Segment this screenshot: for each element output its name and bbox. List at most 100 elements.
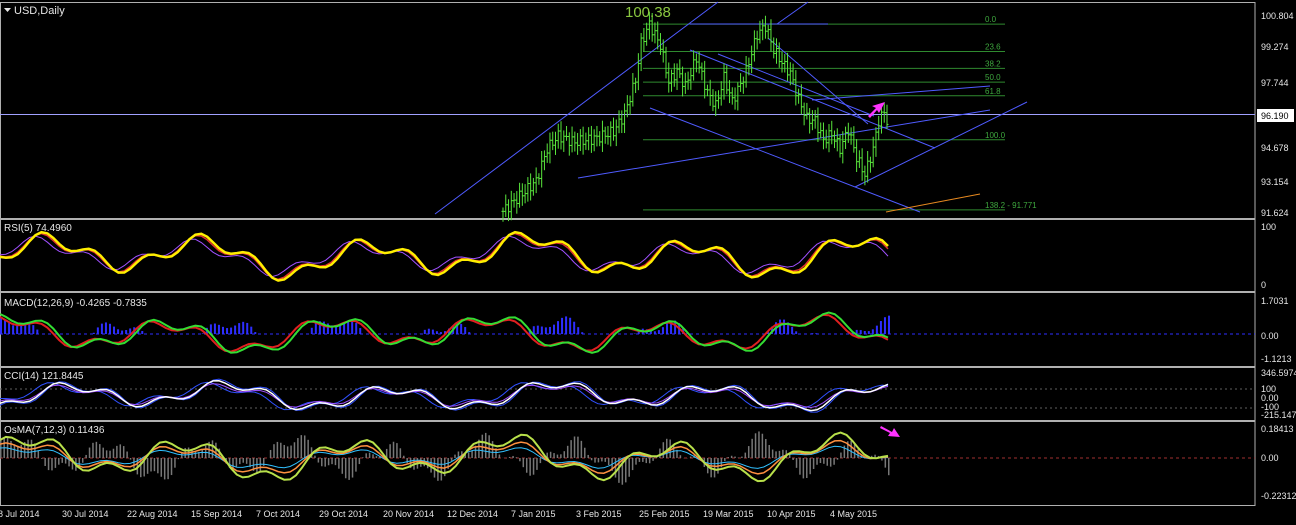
macd-histogram-bar (666, 323, 668, 334)
osma-histogram-bar (396, 443, 398, 458)
macd-tick: 0.00 (1261, 331, 1279, 341)
osma-histogram-bar (806, 458, 808, 478)
osma-histogram-bar (129, 458, 132, 460)
osma-histogram-bar (580, 440, 583, 458)
osma-histogram-bar (239, 458, 241, 465)
macd-histogram-bar (795, 331, 798, 334)
osma-histogram-bar (99, 444, 101, 458)
osma-histogram-bar (348, 458, 350, 480)
fib-level-label: 138.2 - 91.771 (985, 201, 1037, 210)
osma-panel[interactable] (0, 426, 1255, 485)
osma-histogram-bar (631, 458, 634, 471)
osma-histogram-bar (628, 458, 630, 477)
osma-histogram-bar (577, 436, 579, 458)
osma-histogram-bar (150, 458, 152, 472)
osma-histogram-bar (754, 433, 757, 458)
osma-histogram-bar (109, 450, 111, 458)
osma-histogram-bar (256, 458, 258, 473)
osma-histogram-bar (795, 458, 798, 468)
price-tick: 97.744 (1261, 78, 1289, 88)
osma-histogram-bar (389, 444, 391, 458)
fib-level-label: 50.0 (985, 73, 1001, 82)
osma-histogram-bar (799, 458, 801, 475)
time-label: 19 Mar 2015 (703, 509, 754, 519)
macd-histogram-bar (431, 329, 434, 334)
osma-histogram-bar (126, 451, 128, 458)
osma-histogram-bar (884, 458, 887, 468)
osma-histogram-bar (368, 452, 371, 458)
macd-histogram-bar (92, 332, 95, 334)
price-tick: 91.624 (1261, 208, 1289, 218)
osma-histogram-bar (334, 458, 337, 466)
macd-histogram-bar (36, 329, 39, 334)
price-chart[interactable]: 0.0 23.6 38.2 50.0 61.8 100.0 138.2 - 91.771 (0, 1, 1255, 222)
macd-histogram-bar (657, 330, 660, 334)
macd-histogram-bar (250, 326, 253, 334)
osma-histogram-bar (734, 456, 736, 458)
osma-histogram-bar (51, 458, 53, 471)
osma-histogram-bar (648, 458, 651, 464)
osma-histogram-bar (153, 458, 156, 472)
osma-histogram-bar (597, 458, 600, 463)
osma-histogram-bar (163, 458, 166, 480)
time-label: 4 May 2015 (830, 509, 877, 519)
osma-histogram-bar (372, 454, 374, 458)
osma-histogram-bar (512, 455, 514, 458)
osma-histogram-bar (652, 458, 654, 461)
macd-histogram-bar (234, 325, 237, 334)
osma-histogram-bar (751, 438, 753, 458)
osma-histogram-bar (604, 458, 607, 462)
osma-label: OsMA(7,12,3) 0.11436 (4, 425, 105, 436)
rsi-line (0, 230, 889, 282)
osma-histogram-bar (174, 458, 176, 468)
osma-histogram-bar (331, 458, 333, 465)
osma-histogram-bar (211, 440, 214, 458)
peak-label: 100.38 (625, 4, 671, 21)
osma-histogram-bar (888, 458, 890, 476)
osma-histogram-bar (553, 453, 555, 458)
osma-histogram-bar (81, 458, 84, 463)
osma-histogram-bar (840, 452, 842, 458)
macd-histogram-bar (661, 327, 664, 334)
osma-histogram-bar (881, 458, 883, 461)
macd-histogram-bar (141, 330, 144, 334)
osma-histogram-bar (659, 448, 661, 458)
menu-triangle-icon[interactable] (4, 8, 11, 12)
chart-canvas: 0.0 23.6 38.2 50.0 61.8 100.0 138.2 - 91.771 U… (0, 1, 1296, 519)
osma-histogram-bar (488, 435, 490, 458)
macd-histogram-bar (310, 327, 313, 334)
osma-histogram-bar (355, 458, 357, 472)
macd-histogram-bar (569, 317, 572, 334)
osma-histogram-bar (662, 442, 665, 458)
osma-histogram-bar (403, 455, 405, 458)
osma-histogram-bar (642, 458, 644, 462)
osma-histogram-bar (826, 458, 829, 466)
osma-histogram-bar (88, 447, 91, 458)
osma-histogram-bar (829, 458, 832, 467)
osma-histogram-bar (758, 431, 760, 458)
osma-histogram-bar (809, 458, 811, 475)
osma-histogram-bar (37, 450, 40, 458)
osma-histogram-bar (584, 447, 586, 458)
macd-histogram-bar (544, 327, 547, 334)
rsi-panel[interactable] (0, 230, 889, 282)
osma-histogram-bar (362, 457, 364, 458)
macd-panel[interactable] (0, 311, 1255, 354)
osma-histogram-bar (105, 450, 108, 458)
osma-histogram-bar (590, 458, 593, 461)
osma-histogram-bar (112, 448, 115, 458)
macd-histogram-bar (4, 320, 7, 334)
macd-histogram-bar (213, 323, 216, 334)
time-label: 7 Oct 2014 (256, 509, 300, 519)
panel-frame (0, 367, 1256, 421)
osma-histogram-bar (635, 458, 637, 465)
macd-histogram-bar (217, 324, 220, 334)
time-label: 15 Sep 2014 (191, 509, 242, 519)
osma-histogram-bar (324, 458, 326, 467)
time-label: 22 Aug 2014 (127, 509, 178, 519)
cci-panel[interactable] (0, 378, 1255, 413)
osma-histogram-bar (194, 451, 197, 458)
osma-histogram-bar (85, 454, 87, 458)
macd-histogram-bar (351, 320, 354, 334)
macd-histogram-bar (552, 324, 555, 334)
